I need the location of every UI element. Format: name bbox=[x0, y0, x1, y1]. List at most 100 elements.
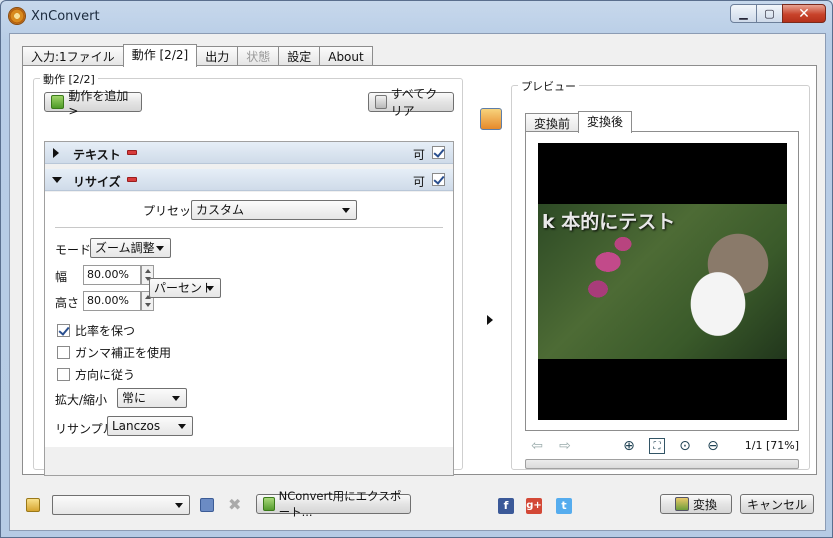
operation-resize-enable-checkbox[interactable] bbox=[432, 173, 445, 186]
zoom-actual-icon[interactable]: ⊙ bbox=[677, 438, 693, 454]
preview-group-title: プレビュー bbox=[518, 78, 579, 94]
keep-ratio-checkbox[interactable] bbox=[57, 324, 70, 337]
collapse-arrow-icon[interactable] bbox=[52, 177, 62, 183]
width-label: 幅 bbox=[55, 270, 68, 284]
clear-all-label: すべてクリア bbox=[390, 87, 438, 118]
preset-combo[interactable]: カスタム bbox=[191, 200, 357, 220]
orientation-checkbox[interactable] bbox=[57, 368, 70, 381]
overlay-text: k 本的にテスト bbox=[542, 211, 676, 233]
tab-after[interactable]: 変換後 bbox=[578, 111, 633, 133]
convert-label: 変換 bbox=[692, 497, 717, 512]
title-bar[interactable]: XnConvert ▁ ▢ ✕ bbox=[1, 1, 832, 31]
google-plus-icon[interactable]: g+ bbox=[526, 498, 542, 514]
bottom-bar: ✖ NConvert用にエクスポート... f g+ t 変換 キャンセル bbox=[10, 482, 827, 530]
height-input[interactable]: 80.00% bbox=[83, 291, 154, 311]
chevron-down-icon bbox=[175, 503, 183, 508]
fit-screen-icon[interactable]: ⛶ bbox=[649, 438, 665, 454]
window-controls: ▁ ▢ ✕ bbox=[730, 4, 826, 23]
page-zoom-info: 1/1 [71%] bbox=[744, 439, 799, 452]
preset-select-combo[interactable] bbox=[52, 495, 190, 515]
gamma-row[interactable]: ガンマ補正を使用 bbox=[57, 344, 171, 361]
preview-group: プレビュー 変換前 変換後 k 本的にテスト ⇦ ⇨ ⊕ ⛶ ⊙ ⊖ 1/1 [… bbox=[511, 78, 810, 470]
tab-settings[interactable]: 設定 bbox=[278, 46, 321, 67]
orientation-row[interactable]: 方向に従う bbox=[57, 366, 135, 383]
chevron-down-icon bbox=[206, 286, 214, 291]
preview-pane: k 本的にテスト bbox=[525, 131, 799, 431]
orientation-label: 方向に従う bbox=[75, 368, 136, 382]
clear-all-button[interactable]: すべてクリア bbox=[368, 87, 454, 118]
tab-status: 状態 bbox=[237, 46, 280, 67]
operation-text-enable-checkbox[interactable] bbox=[432, 146, 445, 159]
maximize-button[interactable]: ▢ bbox=[756, 4, 783, 23]
keep-ratio-label: 比率を保つ bbox=[75, 324, 136, 338]
delete-icon[interactable]: ✖ bbox=[228, 495, 241, 514]
client-area: 入力:1ファイル 動作 [2/2] 出力 状態 設定 About 動作 [2/2… bbox=[9, 33, 826, 531]
gamma-checkbox[interactable] bbox=[57, 346, 70, 359]
convert-icon bbox=[674, 497, 689, 511]
actions-group-title: 動作 [2/2] bbox=[40, 71, 98, 87]
resample-label: リサンプル bbox=[55, 422, 115, 436]
resize-settings: プリセット カスタム モード ズーム調整 幅 80.00% 高さ 80.00% … bbox=[45, 192, 453, 447]
chevron-down-icon bbox=[178, 424, 186, 429]
preset-value: カスタム bbox=[196, 203, 245, 217]
cancel-button[interactable]: キャンセル bbox=[740, 494, 814, 514]
minimize-button[interactable]: ▁ bbox=[730, 4, 757, 23]
mode-label: モード bbox=[55, 243, 92, 257]
window-title: XnConvert bbox=[31, 9, 100, 24]
width-value: 80.00% bbox=[87, 268, 129, 281]
arrow-right-icon[interactable]: ⇨ bbox=[557, 438, 573, 454]
export-nconvert-button[interactable]: NConvert用にエクスポート... bbox=[256, 489, 411, 519]
tab-output[interactable]: 出力 bbox=[196, 46, 239, 67]
resample-value: Lanczos bbox=[112, 419, 161, 433]
enlarge-label: 拡大/縮小 bbox=[55, 393, 108, 407]
operation-resize-header[interactable]: リサイズ 可 bbox=[45, 169, 453, 191]
chevron-down-icon bbox=[172, 396, 180, 401]
add-action-button[interactable]: 動作を追加> bbox=[44, 89, 142, 118]
unit-value: パーセント bbox=[154, 281, 215, 295]
clear-all-icon bbox=[375, 95, 387, 109]
operation-resize-enable-label: 可 bbox=[412, 175, 425, 189]
expand-arrow-icon[interactable] bbox=[53, 148, 59, 158]
tab-actions[interactable]: 動作 [2/2] bbox=[122, 44, 198, 67]
enlarge-combo[interactable]: 常に bbox=[117, 388, 187, 408]
mode-combo[interactable]: ズーム調整 bbox=[90, 238, 171, 258]
unit-combo[interactable]: パーセント bbox=[149, 278, 221, 298]
cat-photo: k 本的にテスト bbox=[538, 204, 787, 359]
preview-image: k 本的にテスト bbox=[538, 143, 787, 420]
zoom-in-icon[interactable]: ⊕ bbox=[621, 438, 637, 454]
play-arrow-icon[interactable] bbox=[487, 315, 493, 325]
remove-operation-icon[interactable] bbox=[127, 150, 137, 155]
operations-list: テキスト 可 リサイズ 可 プリセット カスタム モード ズーム調整 幅 80.… bbox=[44, 141, 454, 476]
tab-about[interactable]: About bbox=[319, 46, 373, 67]
operation-text-header[interactable]: テキスト 可 bbox=[45, 142, 453, 164]
close-button[interactable]: ✕ bbox=[782, 4, 826, 23]
operation-text-enable-label: 可 bbox=[412, 148, 425, 162]
actions-tab-pane: 動作 [2/2] 動作を追加> すべてクリア テキスト 可 リサイズ 可 プリセ… bbox=[22, 65, 817, 476]
preview-progress-bar bbox=[525, 459, 799, 469]
width-input[interactable]: 80.00% bbox=[83, 265, 154, 285]
enlarge-value: 常に bbox=[122, 391, 147, 405]
height-label: 高さ bbox=[55, 296, 80, 310]
tab-input[interactable]: 入力:1ファイル bbox=[22, 46, 124, 67]
arrow-left-icon[interactable]: ⇦ bbox=[529, 438, 545, 454]
zoom-out-icon[interactable]: ⊖ bbox=[705, 438, 721, 454]
twitter-icon[interactable]: t bbox=[556, 498, 572, 514]
keep-ratio-row[interactable]: 比率を保つ bbox=[57, 322, 135, 339]
xnconvert-logo-icon bbox=[9, 8, 25, 24]
resample-combo[interactable]: Lanczos bbox=[107, 416, 193, 436]
main-tabs: 入力:1ファイル 動作 [2/2] 出力 状態 設定 About bbox=[22, 44, 373, 67]
operation-text-label: テキスト bbox=[73, 148, 121, 162]
actions-group: 動作 [2/2] 動作を追加> すべてクリア テキスト 可 リサイズ 可 プリセ… bbox=[33, 71, 463, 476]
facebook-icon[interactable]: f bbox=[498, 498, 514, 514]
export-nconvert-label: NConvert用にエクスポート... bbox=[278, 489, 402, 519]
save-icon[interactable] bbox=[200, 498, 214, 512]
toggle-preview-icon[interactable] bbox=[480, 108, 502, 130]
cancel-label: キャンセル bbox=[747, 497, 808, 512]
export-icon bbox=[263, 497, 275, 511]
convert-button[interactable]: 変換 bbox=[660, 494, 732, 514]
divider bbox=[55, 227, 443, 228]
height-value: 80.00% bbox=[87, 294, 129, 307]
open-folder-icon[interactable] bbox=[26, 498, 40, 512]
remove-operation-icon[interactable] bbox=[127, 177, 137, 182]
preview-toolbar: ⇦ ⇨ ⊕ ⛶ ⊙ ⊖ 1/1 [71%] bbox=[525, 438, 799, 456]
